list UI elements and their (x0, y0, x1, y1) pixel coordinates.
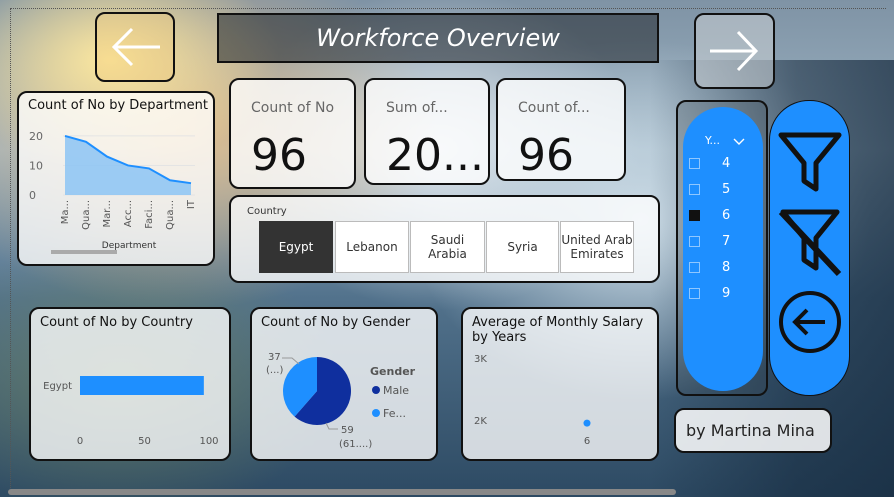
tools-panel (769, 100, 850, 396)
page-title-box: Workforce Overview (217, 13, 659, 63)
author-label: by Martina Mina (674, 408, 832, 453)
back-circle-icon[interactable] (777, 289, 843, 355)
x-tick-label: Ma... (60, 200, 71, 224)
arrow-right-icon (709, 30, 758, 72)
country-option-lebanon[interactable]: Lebanon (335, 221, 409, 273)
x-tick-label: 50 (138, 436, 151, 447)
kpi-card-count-2[interactable]: Count of... 96 (496, 78, 626, 181)
year-slicer-pill: Y... 4 5 6 7 8 9 (683, 107, 763, 391)
country-slicer-title: Country (247, 206, 287, 217)
bar (80, 376, 204, 395)
country-option-uae[interactable]: United Arab Emirates (560, 221, 634, 273)
kpi-value: 20... (386, 130, 484, 181)
legend-marker (372, 386, 380, 394)
chevron-down-icon[interactable] (733, 138, 745, 146)
canvas-border-top (10, 8, 886, 9)
year-checkbox[interactable] (689, 262, 700, 273)
kpi-value: 96 (518, 130, 574, 181)
kpi-value: 96 (251, 130, 307, 181)
x-tick-label: Qua... (81, 200, 92, 230)
y-tick-label: 0 (29, 189, 36, 202)
country-bar-chart[interactable]: Egypt 0 50 100 (31, 334, 229, 459)
gender-chart-title: Count of No by Gender (261, 315, 411, 330)
x-tick-label: IT (186, 199, 197, 209)
canvas-border-left (10, 8, 11, 488)
country-option-egypt[interactable]: Egypt (259, 221, 333, 273)
country-chart-title: Count of No by Country (40, 315, 193, 330)
gender-pie-chart[interactable]: 37 (...) 59 (61....) Gender Male Fe... (252, 333, 436, 461)
leader-line (325, 422, 338, 430)
x-tick-label: 100 (199, 436, 218, 447)
kpi-label: Count of No (251, 100, 335, 116)
legend-label: Fe... (383, 407, 406, 420)
year-checkbox[interactable] (689, 158, 700, 169)
back-page-button[interactable] (95, 12, 175, 82)
year-checkbox-checked[interactable] (689, 210, 700, 221)
page-horizontal-scrollbar[interactable] (8, 489, 676, 495)
country-slicer[interactable]: Country Egypt Lebanon Saudi Arabia Syria… (229, 195, 660, 283)
kpi-card-count[interactable]: Count of No 96 (229, 78, 356, 189)
x-tick-label: 0 (77, 436, 83, 447)
department-area-chart[interactable]: 20 10 0 Ma... Qua... Mar... Acc... Faci... Qua..… (19, 110, 213, 265)
data-label-value: 37 (268, 352, 281, 363)
x-tick-label: 6 (584, 436, 590, 447)
legend-marker (372, 409, 380, 417)
data-point (583, 419, 591, 427)
year-slicer[interactable]: Y... 4 5 6 7 8 9 (676, 100, 768, 396)
salary-chart-card[interactable]: Average of Monthly Salary by Years 3K 2K 6 (461, 307, 659, 461)
data-label-pct: (61....) (339, 439, 372, 450)
year-slicer-header: Y... (705, 134, 720, 147)
year-checkbox[interactable] (689, 236, 700, 247)
year-checkbox[interactable] (689, 288, 700, 299)
gender-chart-card[interactable]: Count of No by Gender 37 (...) 59 (61....) G… (250, 307, 438, 461)
legend-title: Gender (370, 365, 416, 378)
legend-label: Male (383, 384, 409, 397)
salary-chart-title: Average of Monthly Salary by Years (472, 315, 644, 345)
department-chart-card[interactable]: Count of No by Department 20 10 0 Ma... Qua.… (17, 91, 215, 266)
clear-filter-icon[interactable] (775, 206, 845, 280)
category-label: Egypt (43, 381, 72, 392)
kpi-label: Sum of... (386, 100, 448, 116)
kpi-card-sum[interactable]: Sum of... 20... (364, 78, 490, 185)
country-chart-card[interactable]: Count of No by Country Egypt 0 50 100 (29, 307, 231, 461)
leader-line (282, 357, 300, 365)
country-option-saudi-arabia[interactable]: Saudi Arabia (410, 221, 485, 273)
kpi-label: Count of... (518, 100, 590, 116)
salary-scatter-chart[interactable]: 3K 2K 6 (463, 349, 657, 459)
page-title: Workforce Overview (316, 24, 560, 52)
chart-scrollbar[interactable] (51, 250, 117, 254)
x-tick-label: Qua... (165, 200, 176, 230)
data-label-pct: (...) (266, 365, 283, 376)
arrow-left-icon (111, 27, 160, 67)
y-tick-label: 10 (29, 159, 43, 172)
y-tick-label: 20 (29, 130, 43, 143)
country-option-syria[interactable]: Syria (486, 221, 559, 273)
year-checkbox[interactable] (689, 184, 700, 195)
x-tick-label: Acc... (123, 200, 134, 227)
next-page-button[interactable] (694, 13, 775, 89)
y-tick-label: 2K (474, 416, 487, 427)
x-tick-label: Mar... (102, 200, 113, 228)
y-tick-label: 3K (474, 354, 487, 365)
filter-icon[interactable] (775, 129, 845, 199)
x-tick-label: Faci... (144, 200, 155, 229)
data-label-value: 59 (341, 425, 354, 436)
